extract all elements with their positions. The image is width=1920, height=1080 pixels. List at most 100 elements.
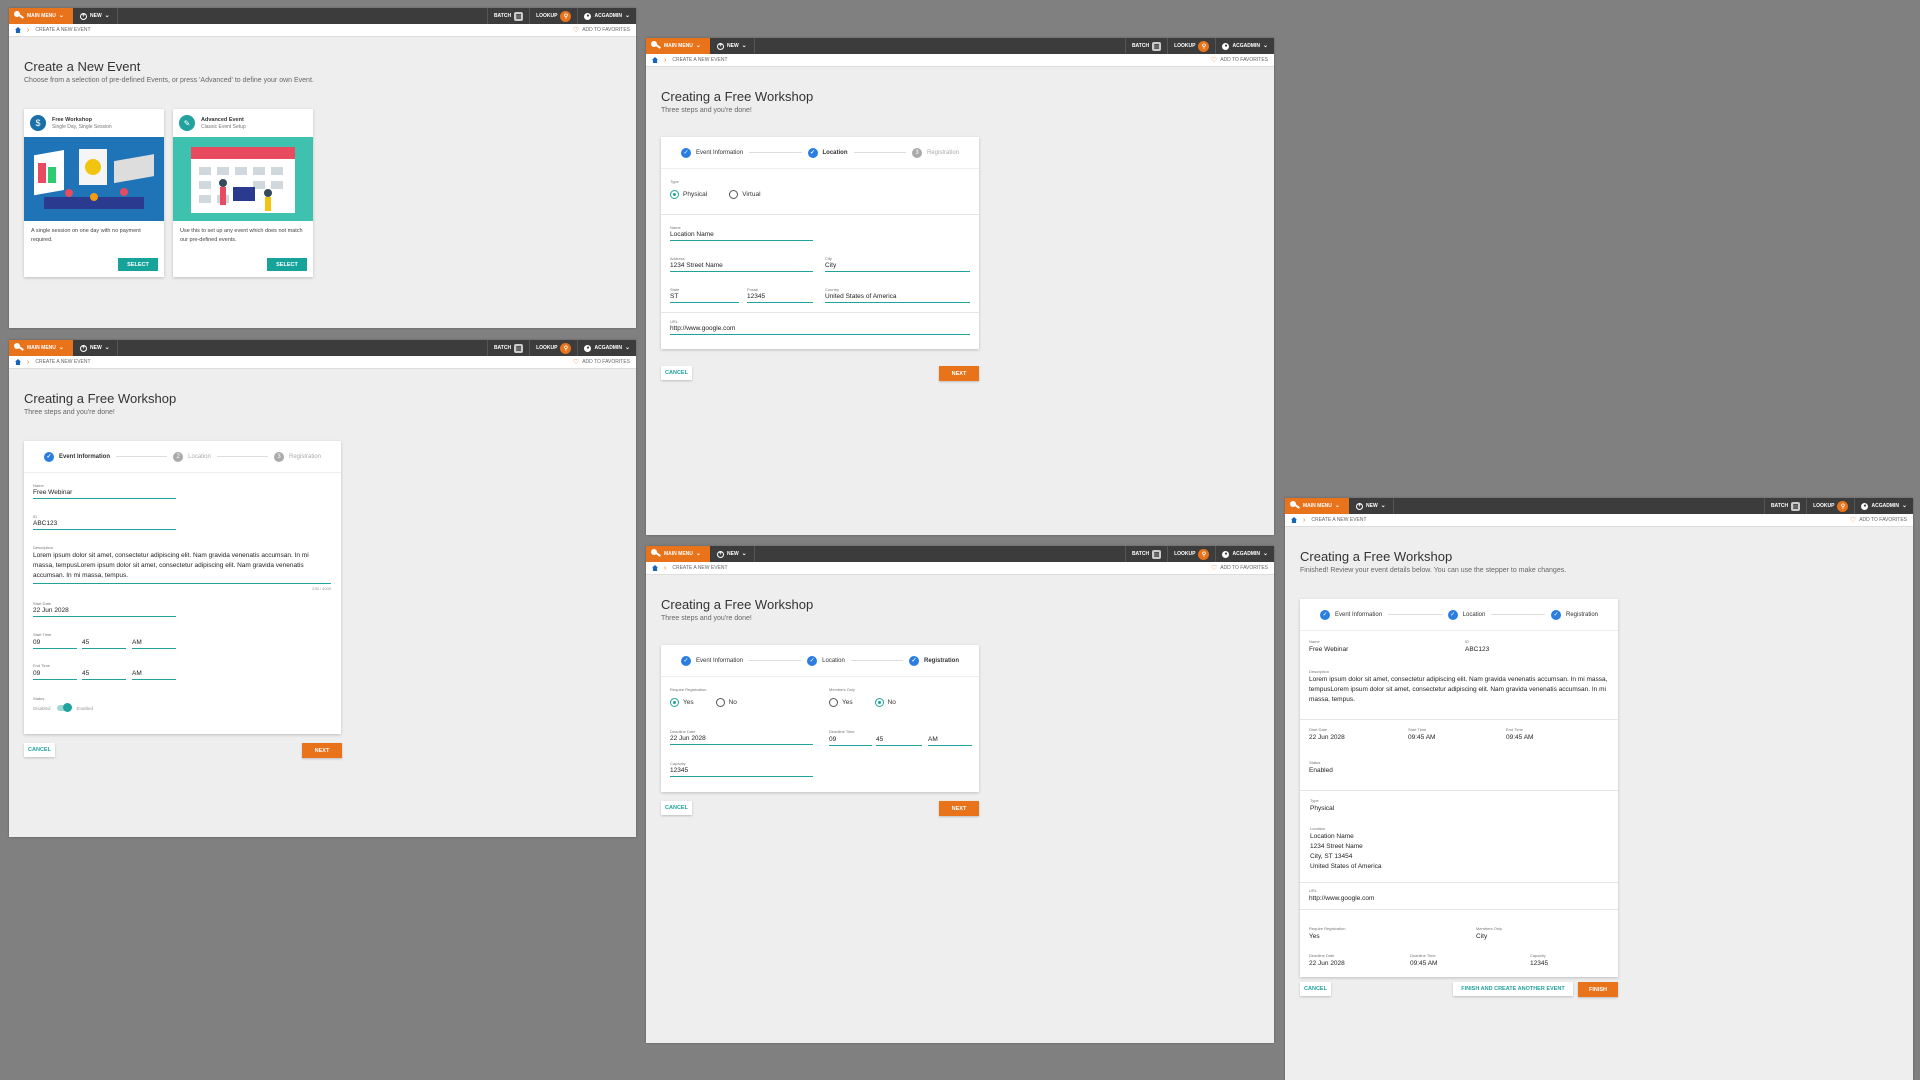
batch-button[interactable]: BATCH ▥ <box>486 8 529 24</box>
user-menu-button[interactable]: ● ACGADMIN ⌄ <box>1215 38 1274 54</box>
end-minute-field[interactable]: 45 <box>82 669 126 680</box>
check-icon: ✓ <box>807 655 818 666</box>
cancel-button[interactable]: CANCEL <box>24 743 55 757</box>
step-event-information[interactable]: ✓ Event Information <box>44 451 110 462</box>
select-advanced-event-button[interactable]: SELECT <box>267 258 307 271</box>
lookup-button[interactable]: LOOKUP ⚲ <box>1167 546 1215 562</box>
next-button[interactable]: NEXT <box>302 743 342 758</box>
user-menu-button[interactable]: ● ACGADMIN ⌄ <box>577 8 636 24</box>
calendar-illustration <box>173 137 313 221</box>
lookup-button[interactable]: LOOKUP ⚲ <box>1806 498 1854 514</box>
next-button[interactable]: NEXT <box>939 801 979 816</box>
status-toggle[interactable] <box>56 703 72 712</box>
lookup-button[interactable]: LOOKUP ⚲ <box>529 8 577 24</box>
lookup-button[interactable]: LOOKUP ⚲ <box>529 340 577 356</box>
main-menu-button[interactable]: MAIN MENU ⌄ <box>646 546 710 562</box>
deadline-minute-field[interactable]: 45 <box>876 735 922 746</box>
step-event-information[interactable]: ✓ Event Information <box>1320 609 1382 620</box>
radio-physical[interactable]: Physical <box>670 190 707 199</box>
state-field[interactable]: State ST <box>670 287 739 303</box>
home-icon[interactable] <box>652 565 658 571</box>
address-field[interactable]: Address 1234 Street Name <box>670 256 813 272</box>
step-location[interactable]: 2 Location <box>173 451 211 462</box>
radio-members-no[interactable]: No <box>874 698 896 707</box>
end-time-label: End Time <box>33 663 50 668</box>
page-subtitle: Three steps and you're done! <box>661 107 752 114</box>
radio-virtual[interactable]: Virtual <box>729 190 761 199</box>
main-menu-button[interactable]: MAIN MENU ⌄ <box>1285 498 1349 514</box>
finish-button[interactable]: FINISH <box>1578 982 1618 997</box>
end-ampm-field[interactable]: AM <box>132 669 176 680</box>
description-field[interactable]: Description Lorem ipsum dolor sit amet, c… <box>33 545 331 591</box>
new-menu-button[interactable]: + NEW ⌄ <box>710 38 755 54</box>
radio-require-yes[interactable]: Yes <box>670 698 694 707</box>
check-icon: ✓ <box>44 451 54 462</box>
batch-button[interactable]: BATCH ▥ <box>1124 38 1167 54</box>
logo-icon <box>1290 501 1300 511</box>
user-menu-button[interactable]: ● ACGADMIN ⌄ <box>1215 546 1274 562</box>
end-hour-field[interactable]: 09 <box>33 669 77 680</box>
home-icon[interactable] <box>1291 517 1297 523</box>
batch-button[interactable]: BATCH ▥ <box>486 340 529 356</box>
review-deadline-time: Deadline Time 09:45 AM <box>1410 953 1438 967</box>
name-field[interactable]: Name Free Webinar <box>33 483 176 499</box>
id-field[interactable]: ID ABC123 <box>33 514 176 530</box>
batch-button[interactable]: BATCH ▥ <box>1124 546 1167 562</box>
step-event-information[interactable]: ✓ Event Information <box>681 147 743 158</box>
add-to-favorites-button[interactable]: ♡ ADD TO FAVORITES <box>1211 56 1268 64</box>
url-field[interactable]: URL http://www.google.com <box>670 319 970 335</box>
step-registration[interactable]: ✓ Registration <box>909 655 959 666</box>
step-registration[interactable]: 3 Registration <box>273 451 321 462</box>
check-icon: ✓ <box>681 655 691 666</box>
add-to-favorites-button[interactable]: ♡ ADD TO FAVORITES <box>573 358 630 366</box>
home-icon[interactable] <box>652 57 658 63</box>
step-registration[interactable]: 3 Registration <box>912 147 959 158</box>
deadline-ampm-field[interactable]: AM <box>928 735 972 746</box>
start-ampm-field[interactable]: AM <box>132 638 176 649</box>
event-card-advanced-event[interactable]: ✎ Advanced Event Classic Event Setup Use … <box>173 109 313 277</box>
start-date-field[interactable]: Start Date 22 Jun 2028 <box>33 601 176 617</box>
search-icon: ⚲ <box>560 342 572 354</box>
step-event-information[interactable]: ✓ Event Information <box>681 655 743 666</box>
step-location[interactable]: ✓ Location <box>1447 609 1485 620</box>
step-location[interactable]: ✓ Location <box>807 147 848 158</box>
batch-button[interactable]: BATCH ▥ <box>1763 498 1806 514</box>
new-menu-button[interactable]: + NEW ⌄ <box>73 8 118 24</box>
radio-require-no[interactable]: No <box>715 698 737 707</box>
cancel-button[interactable]: CANCEL <box>661 366 692 380</box>
user-menu-button[interactable]: ● ACGADMIN ⌄ <box>1854 498 1913 514</box>
new-menu-button[interactable]: + NEW ⌄ <box>1349 498 1394 514</box>
city-field[interactable]: City City <box>825 256 970 272</box>
deadline-date-field[interactable]: Deadline Date 22 Jun 2028 <box>670 729 813 745</box>
main-menu-button[interactable]: MAIN MENU ⌄ <box>9 340 73 356</box>
new-menu-button[interactable]: + NEW ⌄ <box>710 546 755 562</box>
next-button[interactable]: NEXT <box>939 366 979 381</box>
home-icon[interactable] <box>15 27 21 33</box>
postal-field[interactable]: Postal 12345 <box>747 287 813 303</box>
deadline-hour-field[interactable]: 09 <box>829 735 872 746</box>
require-registration-field: Require Registration Yes No <box>670 687 737 707</box>
radio-members-yes[interactable]: Yes <box>829 698 853 707</box>
capacity-field[interactable]: Capacity 12345 <box>670 761 813 777</box>
step-location[interactable]: ✓ Location <box>807 655 845 666</box>
location-name-field[interactable]: Name Location Name <box>670 225 813 241</box>
home-icon[interactable] <box>15 359 21 365</box>
step-registration[interactable]: ✓ Registration <box>1551 609 1598 620</box>
event-card-free-workshop[interactable]: $ Free Workshop Single Day, Single Sessio… <box>24 109 164 277</box>
finish-and-create-another-button[interactable]: FINISH AND CREATE ANOTHER EVENT <box>1453 982 1573 996</box>
add-to-favorites-button[interactable]: ♡ ADD TO FAVORITES <box>1211 564 1268 572</box>
heart-icon: ♡ <box>1210 565 1218 572</box>
cancel-button[interactable]: CANCEL <box>661 801 692 815</box>
start-minute-field[interactable]: 45 <box>82 638 126 649</box>
add-to-favorites-button[interactable]: ♡ ADD TO FAVORITES <box>573 26 630 34</box>
country-field[interactable]: Country United States of America <box>825 287 970 303</box>
start-hour-field[interactable]: 09 <box>33 638 77 649</box>
main-menu-button[interactable]: MAIN MENU ⌄ <box>646 38 710 54</box>
new-menu-button[interactable]: + NEW ⌄ <box>73 340 118 356</box>
lookup-button[interactable]: LOOKUP ⚲ <box>1167 38 1215 54</box>
cancel-button[interactable]: CANCEL <box>1300 982 1331 996</box>
add-to-favorites-button[interactable]: ♡ ADD TO FAVORITES <box>1850 516 1907 524</box>
select-free-workshop-button[interactable]: SELECT <box>118 258 158 271</box>
user-menu-button[interactable]: ● ACGADMIN ⌄ <box>577 340 636 356</box>
main-menu-button[interactable]: MAIN MENU ⌄ <box>9 8 73 24</box>
